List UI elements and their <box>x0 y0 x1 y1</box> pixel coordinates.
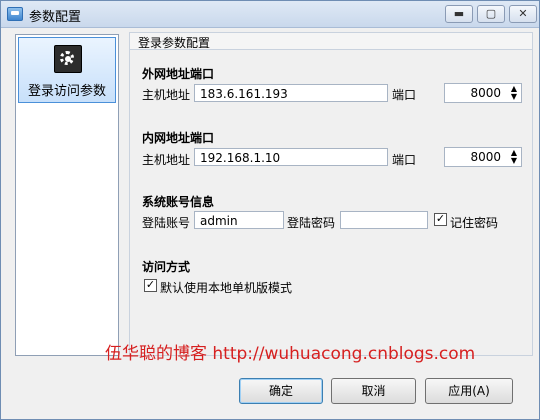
external-port-value: 8000 <box>470 86 501 100</box>
internal-host-input[interactable]: 192.168.1.10 <box>194 148 388 166</box>
apply-button[interactable]: 应用(A) <box>425 378 513 404</box>
section-internal: 内网地址端口 <box>142 131 215 145</box>
remember-password-checkbox[interactable]: ✓ <box>434 213 447 226</box>
remember-password-label: 记住密码 <box>450 216 499 230</box>
app-icon <box>7 7 23 21</box>
gear-icon <box>54 45 82 73</box>
account-user-input[interactable]: admin <box>194 211 284 229</box>
blog-watermark: 伍华聪的博客 http://wuhuacong.cnblogs.com <box>105 344 476 364</box>
external-port-stepper[interactable]: 8000 ▲ ▼ <box>444 83 522 103</box>
sidebar: 登录访问参数 <box>15 34 119 356</box>
internal-port-stepper[interactable]: 8000 ▲ ▼ <box>444 147 522 167</box>
standalone-mode-checkbox[interactable]: ✓ <box>144 279 157 292</box>
config-window: 参数配置 ▬ ▢ ✕ 登录访问参数 登录参数配置 外网地址端口 主机地址 183… <box>0 0 540 420</box>
internal-port-value: 8000 <box>470 150 501 164</box>
sidebar-item-label: 登录访问参数 <box>27 84 106 99</box>
spin-arrows-icon[interactable]: ▲ ▼ <box>509 85 519 101</box>
minimize-button[interactable]: ▬ <box>445 5 473 23</box>
internal-port-label: 端口 <box>392 153 417 167</box>
external-host-input[interactable]: 183.6.161.193 <box>194 84 388 102</box>
close-button[interactable]: ✕ <box>509 5 537 23</box>
external-port-label: 端口 <box>392 88 417 102</box>
section-account: 系统账号信息 <box>142 195 215 209</box>
title-bar[interactable]: 参数配置 ▬ ▢ ✕ <box>1 1 539 28</box>
account-password-label: 登陆密码 <box>287 216 336 230</box>
maximize-button[interactable]: ▢ <box>477 5 505 23</box>
internal-host-label: 主机地址 <box>142 153 191 167</box>
sidebar-item-login-access[interactable]: 登录访问参数 <box>18 37 116 103</box>
section-external: 外网地址端口 <box>142 67 215 81</box>
account-password-input[interactable] <box>340 211 428 229</box>
spin-arrows-icon[interactable]: ▲ ▼ <box>509 149 519 165</box>
ok-button[interactable]: 确定 <box>239 378 323 404</box>
external-host-label: 主机地址 <box>142 88 191 102</box>
window-title: 参数配置 <box>29 10 82 25</box>
settings-panel: 登录参数配置 外网地址端口 主机地址 183.6.161.193 端口 8000… <box>129 32 533 356</box>
section-access: 访问方式 <box>142 260 191 274</box>
cancel-button[interactable]: 取消 <box>331 378 416 404</box>
panel-header: 登录参数配置 <box>130 33 532 50</box>
account-user-label: 登陆账号 <box>142 216 191 230</box>
standalone-mode-label: 默认使用本地单机版模式 <box>160 281 293 295</box>
